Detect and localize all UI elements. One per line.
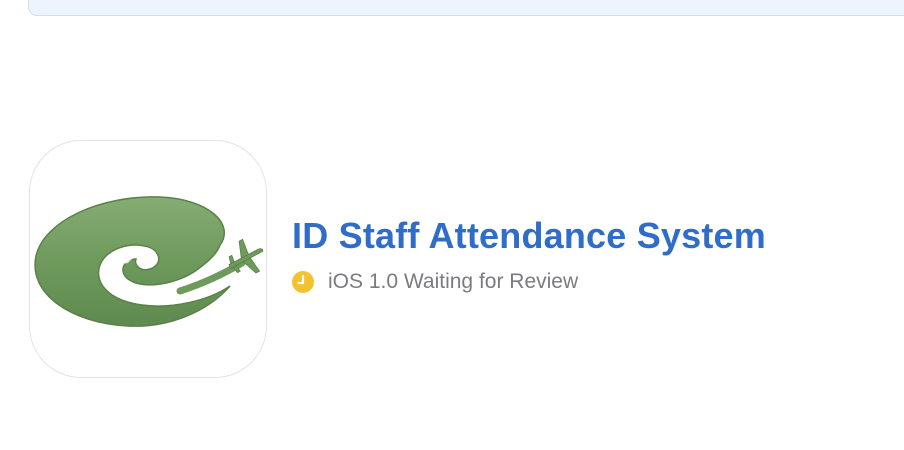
app-status: iOS 1.0 Waiting for Review [292, 268, 892, 296]
spiral-airplane-icon [34, 196, 264, 327]
clock-icon [292, 271, 314, 293]
app-icon [29, 140, 267, 378]
app-detail-page: ID Staff Attendance System iOS 1.0 Waiti… [0, 0, 904, 450]
top-banner [28, 0, 904, 16]
app-info: ID Staff Attendance System iOS 1.0 Waiti… [292, 214, 892, 296]
app-title[interactable]: ID Staff Attendance System [292, 214, 892, 258]
status-text: iOS 1.0 Waiting for Review [328, 270, 579, 293]
